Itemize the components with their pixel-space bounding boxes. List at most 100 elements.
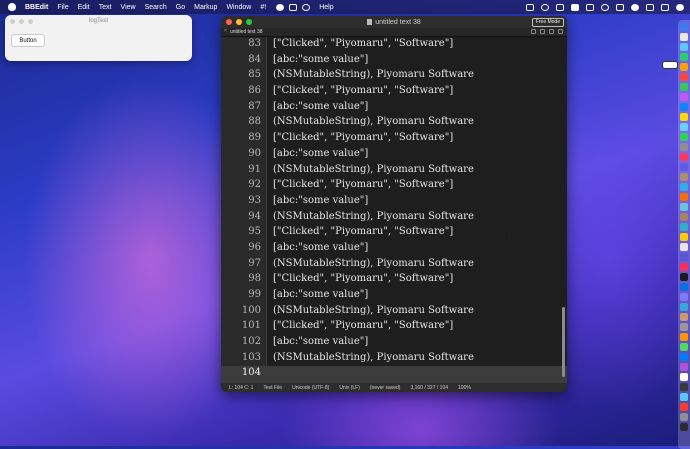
code-line[interactable]: 98 ["Clicked", "Piyomaru", "Software"] [221, 272, 567, 288]
code-line[interactable]: 95 ["Clicked", "Piyomaru", "Software"] [221, 225, 567, 241]
line-text[interactable]: [abc:"some value"] [273, 195, 368, 206]
menu-go[interactable]: Go [176, 4, 185, 11]
dock-app-icon[interactable] [680, 253, 688, 261]
line-text[interactable]: ["Clicked", "Piyomaru", "Software"] [273, 85, 453, 96]
vertical-scrollbar[interactable] [562, 307, 565, 377]
dock-app-icon[interactable] [680, 203, 688, 211]
split-view-icon[interactable] [558, 29, 563, 34]
dock-app-icon[interactable] [680, 363, 688, 371]
dock-app-icon[interactable] [680, 413, 688, 421]
dock-app-icon[interactable] [680, 63, 688, 71]
menu-markup[interactable]: Markup [194, 4, 217, 11]
menu-help[interactable]: Help [319, 4, 333, 11]
action-button[interactable]: Button [11, 34, 45, 47]
dock-app-icon[interactable] [680, 133, 688, 141]
line-text[interactable]: (NSMutableString), Piyomaru Software [273, 305, 474, 316]
menu-scripts[interactable]: #! [260, 4, 266, 11]
dock-app-icon[interactable] [680, 83, 688, 91]
dock-app-icon[interactable] [680, 143, 688, 151]
line-text[interactable]: ["Clicked", "Piyomaru", "Software"] [273, 273, 453, 284]
code-line[interactable]: 84 [abc:"some value"] [221, 53, 567, 69]
dock-app-icon[interactable] [680, 163, 688, 171]
dock-app-icon[interactable] [680, 353, 688, 361]
free-mode-badge[interactable]: Free Mode [531, 18, 564, 27]
code-line[interactable]: 99 [abc:"some value"] [221, 288, 567, 304]
pen-icon[interactable] [531, 29, 536, 34]
code-line[interactable]: 92 ["Clicked", "Piyomaru", "Software"] [221, 178, 567, 194]
dock-app-icon[interactable] [680, 103, 688, 111]
status-app-icon[interactable] [289, 3, 298, 11]
dock-app-icon[interactable] [680, 293, 688, 301]
code-line[interactable]: 101 ["Clicked", "Piyomaru", "Software"] [221, 319, 567, 335]
code-line[interactable]: 94 (NSMutableString), Piyomaru Software [221, 210, 567, 226]
line-text[interactable]: [abc:"some value"] [273, 54, 368, 65]
status-app-icon[interactable] [276, 3, 285, 11]
line-text[interactable]: [abc:"some value"] [273, 289, 368, 300]
dock-app-icon[interactable] [680, 123, 688, 131]
line-text[interactable]: (NSMutableString), Piyomaru Software [273, 352, 474, 363]
input-source-icon[interactable] [616, 3, 624, 11]
line-text[interactable]: [abc:"some value"] [273, 336, 368, 347]
function-menu-icon[interactable] [540, 29, 545, 34]
control-center-icon[interactable] [661, 3, 669, 11]
dock-app-icon[interactable] [680, 73, 688, 81]
dock-app-icon[interactable] [680, 393, 688, 401]
line-text[interactable]: ["Clicked", "Piyomaru", "Software"] [273, 226, 453, 237]
code-line[interactable]: 100 (NSMutableString), Piyomaru Software [221, 304, 567, 320]
code-line[interactable]: 97 (NSMutableString), Piyomaru Software [221, 257, 567, 273]
wifi-icon[interactable] [631, 3, 639, 11]
code-line[interactable]: 104 [221, 366, 567, 383]
status-icon[interactable] [601, 3, 609, 11]
dock-app-icon[interactable] [680, 223, 688, 231]
dock-app-icon[interactable] [680, 43, 688, 51]
line-text[interactable]: ["Clicked", "Piyomaru", "Software"] [273, 320, 453, 331]
dock-app-icon[interactable] [680, 343, 688, 351]
line-text[interactable]: [abc:"some value"] [273, 148, 368, 159]
line-text[interactable]: (NSMutableString), Piyomaru Software [273, 69, 474, 80]
dock-app-icon[interactable] [680, 283, 688, 291]
status-icon[interactable] [541, 3, 549, 11]
menu-edit[interactable]: Edit [78, 4, 90, 11]
line-text[interactable]: (NSMutableString), Piyomaru Software [273, 258, 474, 269]
dock-app-icon[interactable] [680, 93, 688, 101]
line-endings-menu[interactable]: Unix (LF) [339, 385, 360, 391]
dock-app-icon[interactable] [680, 423, 688, 431]
text-editor-area[interactable]: 83 ["Clicked", "Piyomaru", "Software"] 84 [… [221, 37, 567, 383]
dock-app-icon[interactable] [680, 53, 688, 61]
menu-search[interactable]: Search [145, 4, 167, 11]
dock-app-icon[interactable] [680, 323, 688, 331]
menu-file[interactable]: File [57, 4, 68, 11]
status-icon[interactable] [556, 3, 564, 11]
code-line[interactable]: 102 [abc:"some value"] [221, 335, 567, 351]
dock-app-icon[interactable] [680, 273, 688, 281]
document-menu-icon[interactable] [549, 29, 554, 34]
line-text[interactable]: [abc:"some value"] [273, 242, 368, 253]
menu-window[interactable]: Window [226, 4, 251, 11]
line-text[interactable]: ["Clicked", "Piyomaru", "Software"] [273, 179, 453, 190]
line-text[interactable]: [abc:"some value"] [273, 101, 368, 112]
code-line[interactable]: 90 [abc:"some value"] [221, 147, 567, 163]
code-line[interactable]: 93 [abc:"some value"] [221, 194, 567, 210]
dock-app-icon[interactable] [680, 233, 688, 241]
dock-app-icon[interactable] [680, 173, 688, 181]
dock-app-icon[interactable] [680, 313, 688, 321]
dock-app-icon[interactable] [680, 113, 688, 121]
code-line[interactable]: 91 (NSMutableString), Piyomaru Software [221, 163, 567, 179]
line-text[interactable]: (NSMutableString), Piyomaru Software [273, 164, 474, 175]
code-line[interactable]: 89 ["Clicked", "Piyomaru", "Software"] [221, 131, 567, 147]
code-line[interactable]: 87 [abc:"some value"] [221, 100, 567, 116]
code-line[interactable]: 103 (NSMutableString), Piyomaru Software [221, 351, 567, 367]
encoding-menu[interactable]: Unicode (UTF-8) [292, 385, 329, 391]
search-icon[interactable] [646, 3, 654, 11]
code-line[interactable]: 83 ["Clicked", "Piyomaru", "Software"] [221, 37, 567, 53]
menu-text[interactable]: Text [99, 4, 112, 11]
status-icon[interactable] [586, 3, 594, 11]
menu-app-name[interactable]: BBEdit [25, 4, 48, 11]
dock-app-icon[interactable] [680, 383, 688, 391]
code-line[interactable]: 86 ["Clicked", "Piyomaru", "Software"] [221, 84, 567, 100]
dock-app-icon[interactable] [680, 23, 688, 31]
document-counts[interactable]: 3,160 / 327 / 104 [410, 385, 448, 391]
line-text[interactable]: ["Clicked", "Piyomaru", "Software"] [273, 38, 453, 49]
zoom-level[interactable]: 100% [458, 385, 471, 391]
dock-app-icon[interactable] [680, 153, 688, 161]
